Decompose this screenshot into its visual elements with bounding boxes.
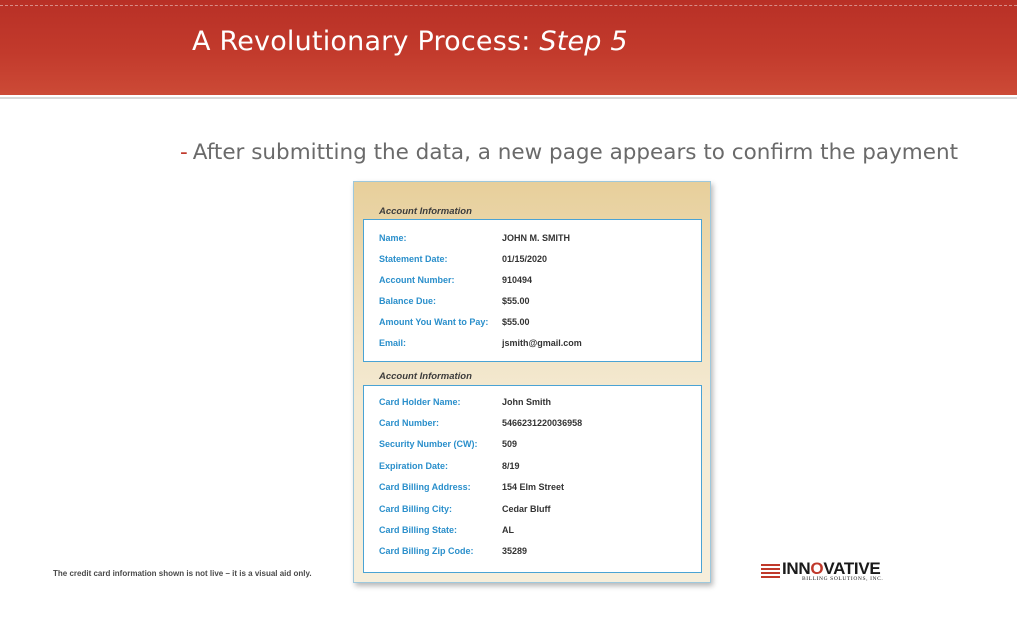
account-row-label: Account Number: xyxy=(379,275,455,285)
card-row-label: Card Number: xyxy=(379,418,440,428)
card-row-label: Card Billing Address: xyxy=(379,482,471,492)
account-row-value: 910494 xyxy=(502,275,533,285)
card-row-label: Security Number (CW): xyxy=(379,439,478,449)
bullet-point: - After submitting the data, a new page a… xyxy=(180,140,958,165)
account-row-value: $55.00 xyxy=(502,317,530,327)
card-row-label: Expiration Date: xyxy=(379,461,449,471)
card-row: Card Holder Name: John Smith xyxy=(379,397,699,411)
card-row-value: 5466231220036958 xyxy=(502,418,583,428)
card-row-value: 8/19 xyxy=(502,461,520,471)
card-row-value: 35289 xyxy=(502,546,528,556)
card-row-value: AL xyxy=(502,525,514,535)
card-row: Card Billing State: AL xyxy=(379,525,699,539)
account-row-label: Email: xyxy=(379,338,407,348)
account-row-value: $55.00 xyxy=(502,296,530,306)
account-section-title: Account Information xyxy=(379,206,472,217)
card-row: Card Number: 5466231220036958 xyxy=(379,418,699,432)
card-row-value: 154 Elm Street xyxy=(502,482,565,492)
card-row-label: Card Billing City: xyxy=(379,504,453,514)
account-row-value: jsmith@gmail.com xyxy=(502,338,582,348)
account-info-box: Name: JOHN M. SMITH Statement Date: 01/1… xyxy=(363,219,702,362)
confirmation-panel: Account Information Name: JOHN M. SMITH … xyxy=(353,181,711,583)
logo-stripes-icon xyxy=(761,564,780,578)
card-row: Security Number (CW): 509 xyxy=(379,439,699,453)
card-row-label: Card Billing State: xyxy=(379,525,458,535)
account-row: Amount You Want to Pay: $55.00 xyxy=(379,317,699,331)
card-row: Card Billing Zip Code: 35289 xyxy=(379,546,699,560)
card-row-value: Cedar Bluff xyxy=(502,504,551,514)
disclaimer-footnote: The credit card information shown is not… xyxy=(53,569,312,578)
account-row-label: Balance Due: xyxy=(379,296,437,306)
account-row-label: Amount You Want to Pay: xyxy=(379,317,489,327)
slide-title-step: Step 5 xyxy=(539,26,628,57)
account-row-label: Statement Date: xyxy=(379,254,448,264)
card-info-box: Card Holder Name: John Smith Card Number… xyxy=(363,385,702,573)
card-row: Expiration Date: 8/19 xyxy=(379,461,699,475)
slide-title: A Revolutionary Process: Step 5 xyxy=(192,26,628,57)
card-row-label: Card Billing Zip Code: xyxy=(379,546,474,556)
card-row-value: John Smith xyxy=(502,397,551,407)
account-row: Email: jsmith@gmail.com xyxy=(379,338,699,352)
card-row-value: 509 xyxy=(502,439,518,449)
account-row: Balance Due: $55.00 xyxy=(379,296,699,310)
account-row: Statement Date: 01/15/2020 xyxy=(379,254,699,268)
slide-title-main: A Revolutionary Process: xyxy=(192,26,540,57)
account-row-value: 01/15/2020 xyxy=(502,254,548,264)
card-section-title: Account Information xyxy=(379,371,472,382)
logo-tagline: BILLING SOLUTIONS, INC. xyxy=(802,576,884,582)
account-row: Name: JOHN M. SMITH xyxy=(379,233,699,247)
company-logo: INNOVATIVE BILLING SOLUTIONS, INC. xyxy=(760,559,890,585)
card-row-label: Card Holder Name: xyxy=(379,397,461,407)
banner-dashed-line xyxy=(0,5,1017,6)
title-banner: A Revolutionary Process: Step 5 xyxy=(0,0,1017,95)
card-row: Card Billing City: Cedar Bluff xyxy=(379,504,699,518)
account-row-value: JOHN M. SMITH xyxy=(502,233,571,243)
bullet-dash: - xyxy=(180,140,188,165)
account-row-label: Name: xyxy=(379,233,407,243)
banner-divider xyxy=(0,97,1017,99)
card-row: Card Billing Address: 154 Elm Street xyxy=(379,482,699,496)
bullet-text: After submitting the data, a new page ap… xyxy=(192,140,959,165)
account-row: Account Number: 910494 xyxy=(379,275,699,289)
